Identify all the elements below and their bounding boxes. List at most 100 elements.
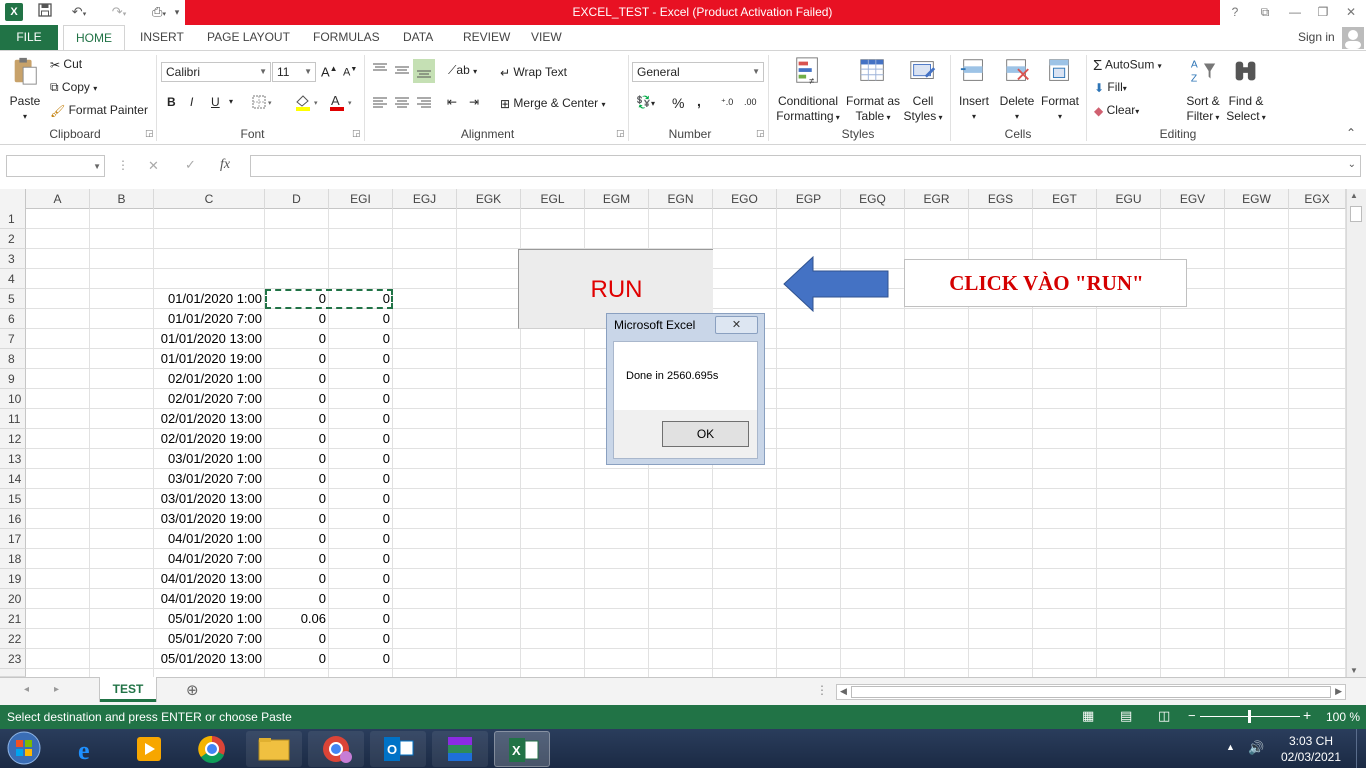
excel-logo-icon[interactable]: X — [5, 3, 23, 21]
row-header[interactable]: 11 — [0, 409, 26, 429]
font-color-icon[interactable]: A ▾ — [328, 93, 356, 114]
cell[interactable]: 0 — [329, 429, 393, 449]
tab-data[interactable]: DATA — [393, 25, 443, 50]
cell[interactable]: 0 — [265, 489, 329, 509]
row-header[interactable]: 3 — [0, 249, 26, 269]
cell[interactable]: 03/01/2020 13:00 — [154, 489, 265, 509]
vertical-scroll-thumb[interactable] — [1350, 206, 1362, 222]
column-header[interactable]: EGN — [649, 189, 713, 209]
cell[interactable]: 02/01/2020 19:00 — [154, 429, 265, 449]
column-header[interactable]: EGU — [1097, 189, 1161, 209]
cell[interactable]: 0 — [265, 429, 329, 449]
cell[interactable]: 05/01/2020 7:00 — [154, 629, 265, 649]
column-header[interactable]: EGJ — [393, 189, 457, 209]
tab-review[interactable]: REVIEW — [453, 25, 520, 50]
horizontal-scrollbar[interactable]: ◀ ▶ — [836, 684, 1346, 700]
sign-in-link[interactable]: Sign in — [1288, 25, 1345, 50]
cell[interactable]: 0.06 — [265, 609, 329, 629]
cell-styles-button[interactable]: Cell Styles ▾ — [900, 56, 946, 125]
cell[interactable]: 02/01/2020 7:00 — [154, 389, 265, 409]
increase-indent-icon[interactable]: ⇥ — [469, 95, 479, 109]
row-header[interactable]: 9 — [0, 369, 26, 389]
cell[interactable]: 0 — [329, 549, 393, 569]
cell[interactable]: 01/01/2020 19:00 — [154, 349, 265, 369]
cell[interactable]: 0 — [265, 369, 329, 389]
cell[interactable]: 0 — [265, 449, 329, 469]
formula-bar-handle-icon[interactable]: ⋮ — [117, 158, 129, 172]
column-header[interactable]: EGI — [329, 189, 393, 209]
column-header[interactable]: EGP — [777, 189, 841, 209]
cell[interactable]: 0 — [265, 569, 329, 589]
cell[interactable]: 0 — [265, 649, 329, 669]
cell[interactable]: 0 — [329, 449, 393, 469]
cell[interactable]: 0 — [265, 629, 329, 649]
cell[interactable]: 0 — [329, 469, 393, 489]
cell[interactable] — [154, 229, 265, 249]
cell[interactable]: 01/01/2020 1:00 — [154, 289, 265, 309]
sheet-tab-test[interactable]: TEST — [100, 677, 156, 702]
font-launcher-icon[interactable]: ◲ — [352, 128, 361, 139]
row-header[interactable] — [0, 669, 26, 677]
cell[interactable]: 04/01/2020 13:00 — [154, 569, 265, 589]
cell[interactable] — [154, 249, 265, 269]
row-header[interactable]: 15 — [0, 489, 26, 509]
copy-button[interactable]: ⧉ Copy ▾ — [50, 80, 97, 95]
row-header[interactable]: 17 — [0, 529, 26, 549]
tab-view[interactable]: VIEW — [521, 25, 572, 50]
vertical-scrollbar[interactable]: ▲ ▼ — [1346, 189, 1366, 677]
underline-dropdown-icon[interactable]: ▾ — [229, 97, 233, 106]
cell[interactable]: 0 — [265, 309, 329, 329]
cell[interactable]: 0 — [329, 649, 393, 669]
cell[interactable] — [265, 249, 329, 269]
row-header[interactable]: 14 — [0, 469, 26, 489]
scroll-down-icon[interactable]: ▼ — [1350, 666, 1358, 675]
cell[interactable]: 0 — [329, 609, 393, 629]
chrome-profile-icon[interactable] — [308, 731, 364, 767]
row-header[interactable]: 2 — [0, 229, 26, 249]
paste-button[interactable]: Paste ▾ — [6, 56, 44, 124]
decrease-decimal-icon[interactable]: .00 — [744, 97, 757, 107]
cell[interactable]: 05/01/2020 13:00 — [154, 649, 265, 669]
cell[interactable]: 02/01/2020 13:00 — [154, 409, 265, 429]
column-header[interactable]: C — [154, 189, 265, 209]
clock[interactable]: 3:03 CH 02/03/2021 — [1278, 733, 1344, 765]
internet-explorer-icon[interactable]: e — [62, 731, 118, 767]
sheet-scroll-right-icon[interactable]: ▸ — [54, 684, 59, 695]
page-layout-view-icon[interactable]: ▤ — [1120, 708, 1132, 724]
tab-file[interactable]: FILE — [0, 25, 58, 50]
excel-taskbar-icon[interactable]: X — [494, 731, 550, 767]
row-header[interactable]: 12 — [0, 429, 26, 449]
fill-button[interactable]: ⬇ Fill▾ — [1094, 80, 1127, 95]
print-preview-icon[interactable]: ⎙▾ — [146, 3, 172, 21]
cell[interactable]: 0 — [329, 529, 393, 549]
formula-input[interactable]: ⌄ — [250, 155, 1361, 177]
cell[interactable]: 0 — [265, 329, 329, 349]
cell[interactable] — [265, 269, 329, 289]
align-center-icon[interactable] — [394, 96, 410, 113]
font-size-combo[interactable]: 11 ▼ — [272, 62, 316, 82]
cell[interactable]: 0 — [329, 409, 393, 429]
avatar[interactable] — [1342, 27, 1364, 49]
cell[interactable]: 0 — [265, 349, 329, 369]
column-header[interactable]: EGV — [1161, 189, 1225, 209]
column-header[interactable]: B — [90, 189, 154, 209]
top-align-icon[interactable] — [372, 62, 388, 79]
conditional-formatting-button[interactable]: ≠ Conditional Formatting ▾ — [772, 56, 844, 125]
chrome-icon[interactable] — [184, 731, 240, 767]
new-sheet-icon[interactable]: ⊕ — [186, 681, 199, 699]
cell[interactable]: 02/01/2020 1:00 — [154, 369, 265, 389]
cell[interactable]: 03/01/2020 7:00 — [154, 469, 265, 489]
cell[interactable]: 0 — [265, 389, 329, 409]
number-launcher-icon[interactable]: ◲ — [756, 128, 765, 139]
outlook-icon[interactable]: O — [370, 731, 426, 767]
ribbon-display-options-icon[interactable]: ⧉ — [1250, 0, 1280, 25]
column-header[interactable]: EGQ — [841, 189, 905, 209]
autosum-button[interactable]: Σ AutoSum ▾ — [1093, 57, 1162, 74]
format-as-table-button[interactable]: Format as Table ▾ — [844, 56, 902, 125]
tab-insert[interactable]: INSERT — [130, 25, 194, 50]
sheet-scroll-left-icon[interactable]: ◂ — [24, 684, 29, 695]
middle-align-icon[interactable] — [394, 62, 410, 79]
grow-font-icon[interactable]: A▲ — [321, 64, 338, 79]
winrar-icon[interactable] — [432, 731, 488, 767]
close-button[interactable]: ✕ — [1336, 0, 1366, 25]
